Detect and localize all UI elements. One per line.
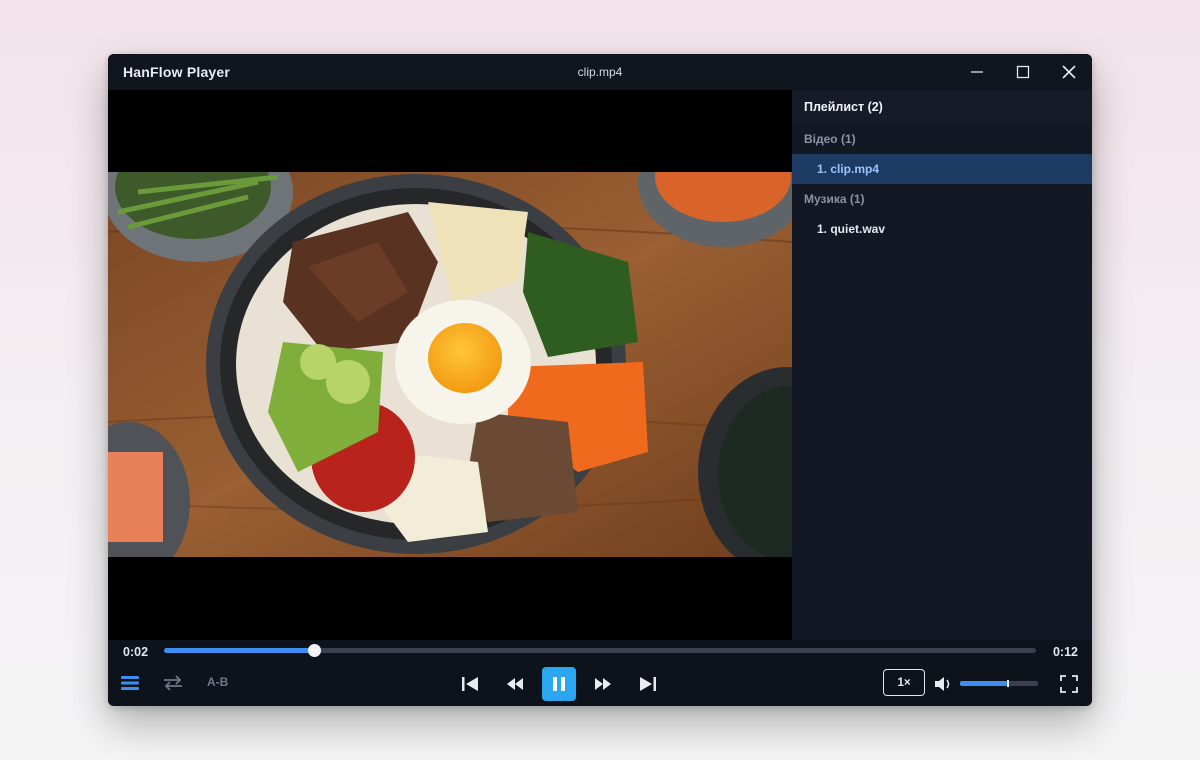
ab-loop-button[interactable]: A-B bbox=[207, 675, 228, 689]
title-bar: HanFlow Player clip.mp4 bbox=[108, 54, 1092, 90]
fullscreen-icon bbox=[1060, 675, 1078, 693]
previous-button[interactable] bbox=[458, 674, 482, 694]
menu-icon bbox=[121, 676, 139, 690]
video-area[interactable] bbox=[108, 90, 792, 640]
seek-bar[interactable] bbox=[164, 644, 1036, 657]
next-button[interactable] bbox=[636, 674, 660, 694]
repeat-button[interactable] bbox=[161, 672, 185, 694]
volume-icon bbox=[935, 677, 950, 691]
minimize-button[interactable] bbox=[954, 54, 1000, 90]
playlist-header: Плейлист (2) bbox=[792, 90, 1092, 124]
skip-previous-icon bbox=[462, 677, 478, 691]
playlist-panel: Плейлист (2) Відео (1) 1. clip.mp4 Музик… bbox=[792, 90, 1092, 640]
playlist-toggle-button[interactable] bbox=[120, 673, 140, 693]
seek-handle[interactable] bbox=[307, 644, 321, 657]
current-time: 0:02 bbox=[123, 645, 149, 659]
fast-forward-button[interactable] bbox=[591, 674, 615, 694]
volume-slider[interactable] bbox=[960, 680, 1038, 687]
minimize-icon bbox=[971, 71, 983, 73]
seek-progress bbox=[164, 648, 314, 653]
playlist-item-quiet[interactable]: 1. quiet.wav bbox=[792, 214, 1092, 244]
mute-button[interactable] bbox=[933, 673, 955, 695]
playlist-group-music: Музика (1) bbox=[804, 192, 865, 206]
app-title: HanFlow Player bbox=[123, 64, 231, 80]
skip-next-icon bbox=[640, 677, 656, 691]
fullscreen-button[interactable] bbox=[1058, 673, 1080, 695]
close-icon bbox=[1062, 65, 1076, 79]
video-frame[interactable] bbox=[108, 172, 792, 557]
rewind-icon bbox=[507, 678, 523, 690]
volume-level bbox=[960, 681, 1007, 686]
total-time: 0:12 bbox=[1052, 645, 1078, 659]
pause-icon bbox=[553, 677, 565, 691]
close-button[interactable] bbox=[1046, 54, 1092, 90]
player-window: HanFlow Player clip.mp4 Плейлист (2) Від… bbox=[108, 54, 1092, 706]
bibimbap-video-image bbox=[108, 172, 792, 557]
playlist-item-clip[interactable]: 1. clip.mp4 bbox=[792, 154, 1092, 184]
playlist-group-video: Відео (1) bbox=[804, 132, 856, 146]
maximize-button[interactable] bbox=[1000, 54, 1046, 90]
rewind-button[interactable] bbox=[503, 674, 527, 694]
maximize-icon bbox=[1016, 65, 1030, 79]
volume-handle[interactable] bbox=[1006, 680, 1009, 687]
repeat-icon bbox=[164, 675, 182, 691]
playback-speed-button[interactable]: 1× bbox=[883, 669, 925, 696]
play-pause-button[interactable] bbox=[542, 667, 576, 701]
fast-forward-icon bbox=[595, 678, 611, 690]
file-title: clip.mp4 bbox=[577, 65, 623, 79]
control-bar: 0:02 0:12 A-B 1× bbox=[108, 640, 1092, 706]
